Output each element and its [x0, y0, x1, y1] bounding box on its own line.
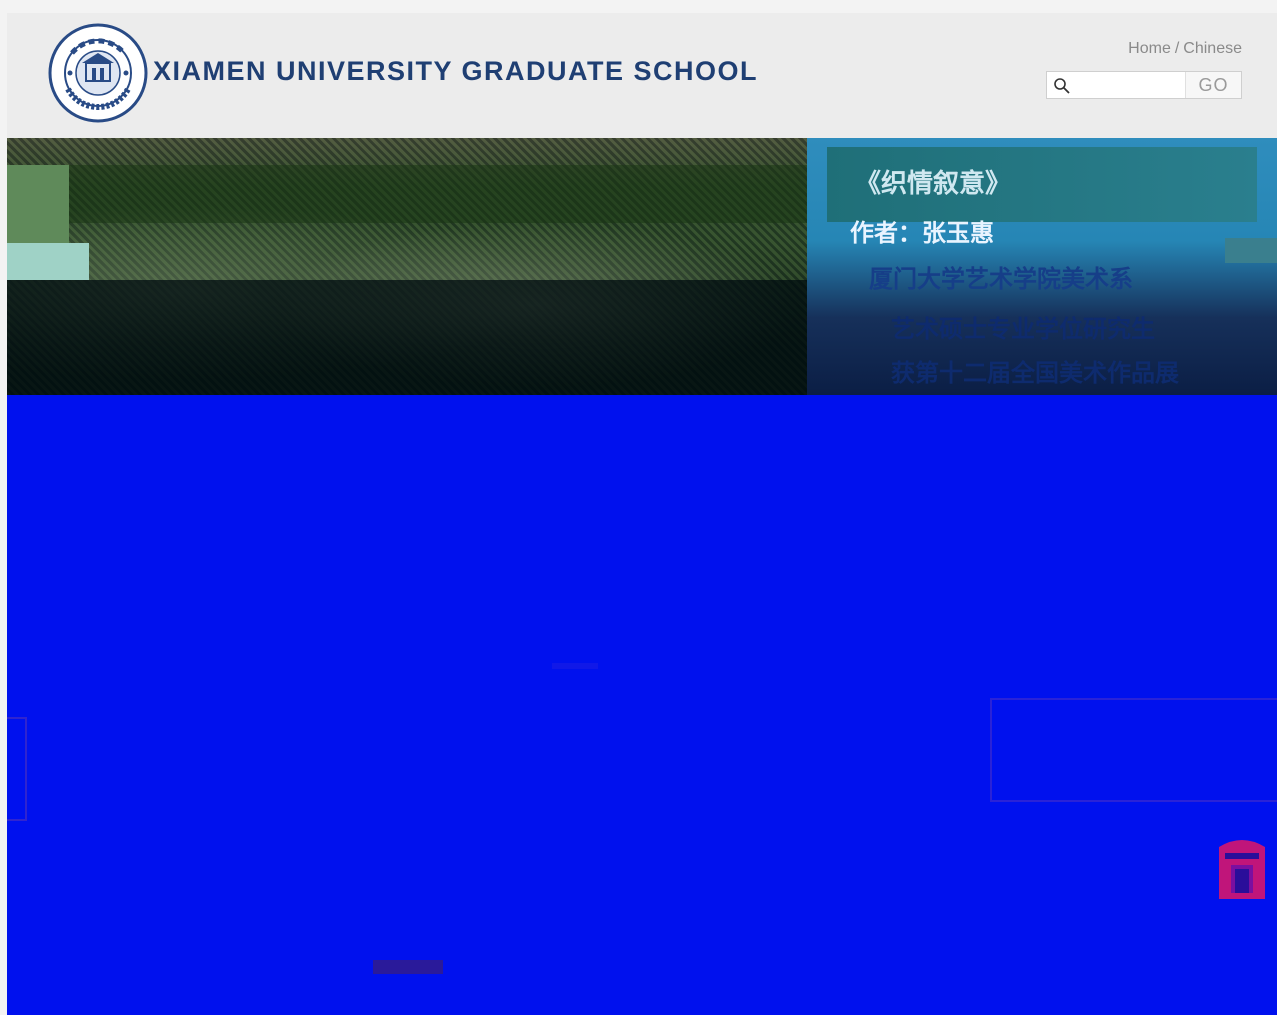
banner-caption-author: 作者：张玉惠 [850, 219, 994, 247]
door-icon[interactable] [1213, 831, 1271, 903]
home-link[interactable]: Home [1128, 40, 1171, 57]
content-box-left [7, 717, 27, 821]
top-links: Home / Chinese [1128, 40, 1242, 58]
search-icon [1054, 78, 1070, 94]
go-button[interactable]: GO [1185, 72, 1241, 98]
page: XIAMEN UNIVERSITY GRADUATE SCHOOL Home / C… [7, 13, 1277, 1015]
university-seal-logo[interactable] [48, 23, 148, 123]
site-title[interactable]: XIAMEN UNIVERSITY GRADUATE SCHOOL [153, 56, 758, 87]
main-content-area [7, 395, 1277, 1015]
search-box: GO [1046, 71, 1242, 99]
content-box-right [990, 698, 1277, 802]
banner-caption-award: 获第十二届全国美术作品展 [891, 359, 1179, 387]
banner-caption-title: 《织情叙意》 [855, 169, 1012, 199]
banner-caption-department: 厦门大学艺术学院美术系 [869, 265, 1133, 293]
banner-artwork-image [7, 138, 862, 395]
search-input[interactable] [1075, 74, 1189, 98]
link-separator: / [1174, 40, 1180, 57]
banner-caption-degree: 艺术硕士专业学位研究生 [891, 315, 1155, 343]
chinese-link[interactable]: Chinese [1183, 40, 1242, 57]
